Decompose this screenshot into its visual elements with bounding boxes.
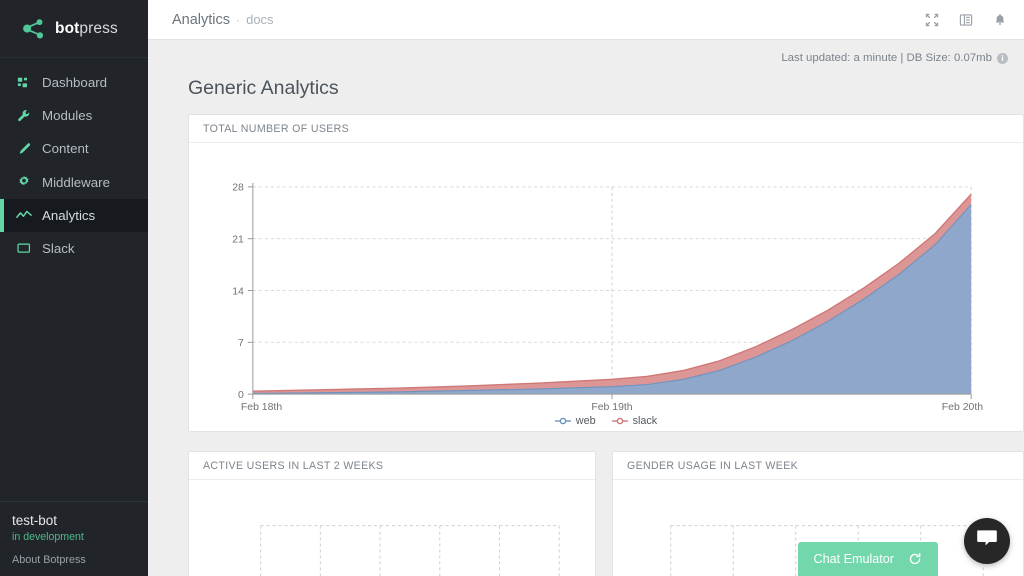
pencil-icon bbox=[16, 141, 32, 157]
chart-legend: web slack bbox=[189, 415, 1023, 427]
legend-item-slack[interactable]: slack bbox=[611, 415, 658, 427]
sidebar-item-label: Slack bbox=[42, 240, 75, 256]
fullscreen-expand-icon[interactable] bbox=[924, 12, 940, 28]
legend-marker-slack bbox=[611, 417, 628, 425]
info-circle-icon[interactable]: i bbox=[997, 52, 1008, 64]
y-axis-tick-label: 14 bbox=[232, 286, 244, 297]
brand-name-bold: bot bbox=[55, 19, 80, 37]
legend-label: slack bbox=[632, 415, 658, 427]
card-header: Gender usage in last week bbox=[613, 452, 1023, 480]
topbar: Analytics · docs bbox=[148, 0, 1024, 40]
y-axis-tick-label: 28 bbox=[232, 183, 244, 194]
topbar-icons bbox=[924, 12, 1008, 28]
page-title: Generic Analytics bbox=[188, 77, 339, 99]
chat-emulator-label: Chat Emulator bbox=[813, 552, 895, 566]
y-axis-tick-label: 7 bbox=[238, 338, 244, 349]
total-users-chart[interactable]: 0 7 14 21 28 Feb 18th Feb 19th Feb 20th web bbox=[189, 143, 1023, 431]
bell-notification-icon[interactable] bbox=[992, 12, 1008, 28]
card-header: Total number of users bbox=[189, 115, 1023, 143]
brand-name: botpress bbox=[55, 20, 118, 38]
sidebar-item-label: Modules bbox=[42, 108, 93, 124]
last-updated-text: Last updated: a minute | DB Size: 0.07mb bbox=[781, 52, 992, 64]
sidebar-nav: Dashboard Modules Content Middleware Ana… bbox=[0, 66, 148, 265]
card-total-number-of-users: Total number of users 0 7 14 21 28 Feb 18th Fe… bbox=[188, 114, 1024, 432]
sidebar-item-slack[interactable]: Slack bbox=[0, 232, 148, 265]
botpress-nodes-logo-icon bbox=[22, 18, 46, 40]
sidebar-footer: test-bot in development About Botpress bbox=[0, 501, 148, 576]
x-axis-tick-label: Feb 19th bbox=[591, 402, 632, 413]
chat-fab-button[interactable] bbox=[964, 518, 1010, 564]
y-axis-tick-label: 0 bbox=[238, 390, 244, 401]
brand-logo-area[interactable]: botpress bbox=[0, 0, 148, 58]
dashboard-grid-icon bbox=[16, 75, 32, 91]
app-root: botpress Dashboard Modules Content Middl… bbox=[0, 0, 1024, 576]
card-title: Gender usage in last week bbox=[627, 459, 799, 472]
y-axis-tick-label: 21 bbox=[232, 234, 244, 245]
brand-name-light: press bbox=[79, 19, 118, 37]
meta-row: Last updated: a minute | DB Size: 0.07mb… bbox=[148, 40, 1024, 66]
gear-icon bbox=[16, 174, 32, 190]
chat-emulator-button[interactable]: Chat Emulator bbox=[797, 542, 938, 576]
bot-name: test-bot bbox=[12, 513, 58, 528]
sidebar-item-modules[interactable]: Modules bbox=[0, 99, 148, 132]
breadcrumb-main[interactable]: Analytics bbox=[172, 12, 230, 28]
active-users-chart-svg[interactable] bbox=[189, 480, 595, 576]
breadcrumb: Analytics · docs bbox=[172, 12, 274, 28]
card-header: Active users in last 2 weeks bbox=[189, 452, 595, 480]
wrench-icon bbox=[16, 108, 32, 124]
breadcrumb-sub[interactable]: docs bbox=[246, 12, 273, 27]
sidebar: botpress Dashboard Modules Content Middl… bbox=[0, 0, 148, 576]
card-active-users: Active users in last 2 weeks bbox=[188, 451, 596, 576]
total-users-chart-svg[interactable]: 0 7 14 21 28 Feb 18th Feb 19th Feb 20th bbox=[189, 143, 1023, 431]
refresh-icon[interactable] bbox=[908, 552, 922, 566]
breadcrumb-separator: · bbox=[236, 12, 241, 27]
sidebar-item-analytics[interactable]: Analytics bbox=[0, 198, 148, 232]
chat-bubble-icon bbox=[976, 529, 998, 554]
legend-item-web[interactable]: web bbox=[554, 415, 596, 427]
sidebar-item-middleware[interactable]: Middleware bbox=[0, 166, 148, 199]
sidebar-item-content[interactable]: Content bbox=[0, 132, 148, 165]
sidebar-item-label: Dashboard bbox=[42, 74, 108, 90]
line-chart-icon bbox=[16, 207, 32, 223]
about-botpress-link[interactable]: About Botpress bbox=[12, 554, 148, 566]
legend-label: web bbox=[575, 415, 596, 427]
main-content: Analytics · docs Last updated: a minute … bbox=[148, 0, 1024, 576]
legend-marker-web bbox=[554, 417, 571, 425]
chat-bubble-icon bbox=[16, 241, 32, 257]
x-axis-tick-label: Feb 18th bbox=[241, 402, 282, 413]
x-axis-tick-label: Feb 20th bbox=[942, 402, 983, 413]
active-users-chart[interactable] bbox=[189, 480, 595, 576]
bot-status: in development bbox=[12, 531, 84, 543]
sidebar-item-label: Analytics bbox=[42, 207, 96, 223]
panel-layout-icon[interactable] bbox=[958, 12, 974, 28]
card-title: Active users in last 2 weeks bbox=[203, 459, 384, 472]
sidebar-item-label: Middleware bbox=[42, 174, 110, 190]
card-title: Total number of users bbox=[203, 122, 350, 135]
sidebar-item-label: Content bbox=[42, 141, 89, 157]
sidebar-item-dashboard[interactable]: Dashboard bbox=[0, 66, 148, 99]
